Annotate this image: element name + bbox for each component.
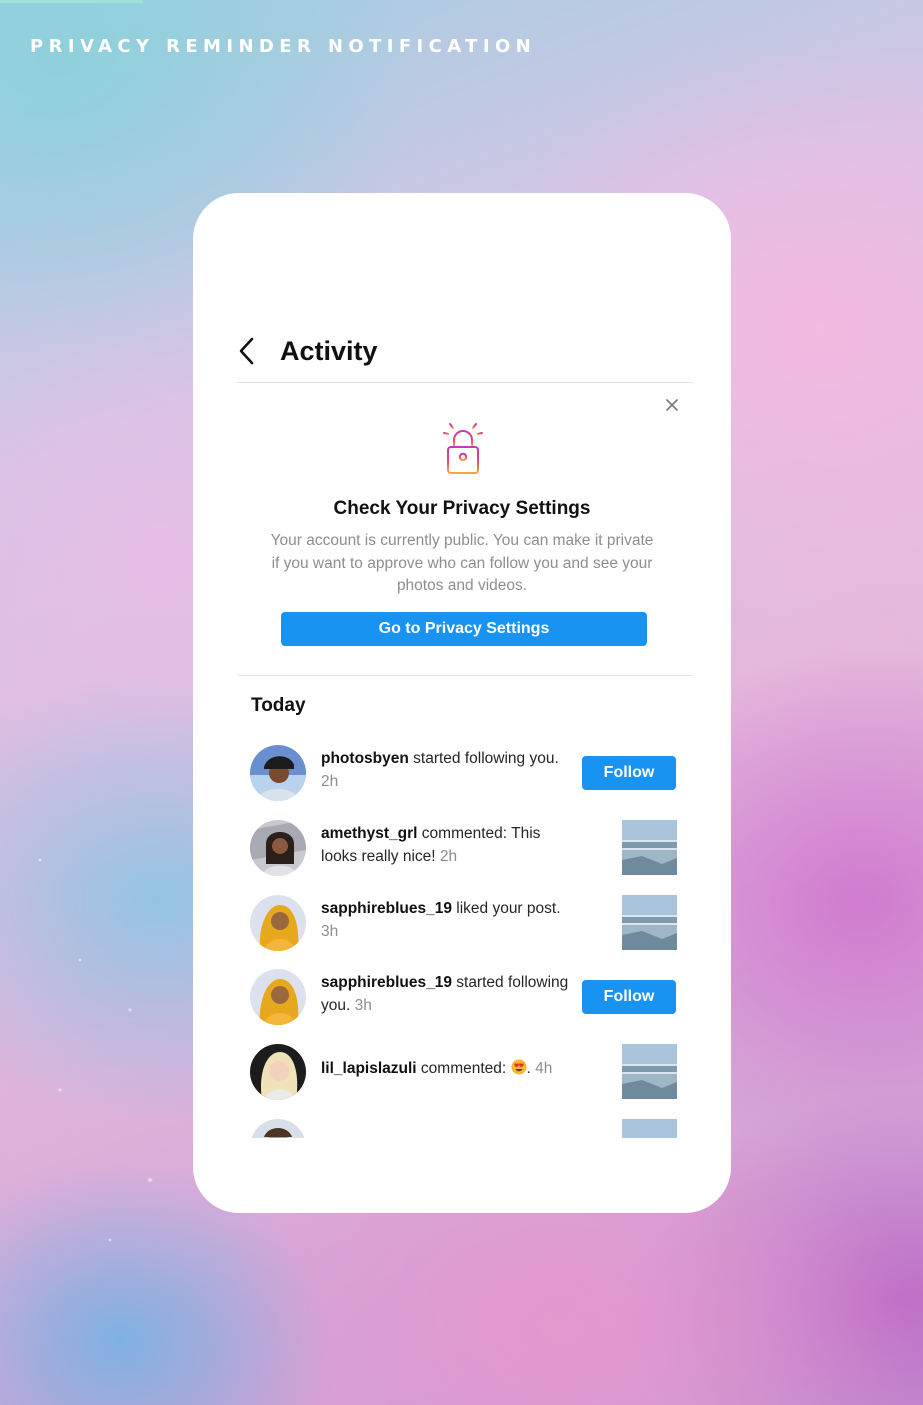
go-to-privacy-settings-button[interactable]: Go to Privacy Settings bbox=[281, 612, 647, 646]
avatar[interactable] bbox=[250, 1044, 306, 1100]
close-icon[interactable] bbox=[663, 396, 681, 414]
page-title: Activity bbox=[280, 335, 378, 366]
avatar[interactable] bbox=[250, 1119, 306, 1138]
list-item[interactable]: sapphireblues_19 liked your post. 3h bbox=[193, 892, 731, 954]
timestamp: 2h bbox=[439, 847, 458, 865]
activity-list: photosbyen started following you. 2h Fol… bbox=[193, 742, 731, 1138]
heart-eyes-emoji-icon bbox=[511, 1059, 527, 1075]
post-thumbnail[interactable] bbox=[622, 895, 677, 950]
privacy-card-body: Your account is currently public. You ca… bbox=[270, 532, 654, 594]
list-item[interactable]: photosbyen started following you. 2h Fol… bbox=[193, 742, 731, 804]
top-accent-bar bbox=[0, 0, 143, 3]
post-thumbnail[interactable] bbox=[622, 1119, 677, 1138]
page-heading: PRIVACY REMINDER NOTIFICATION bbox=[30, 36, 537, 57]
activity-text: sapphireblues_19 started following you. … bbox=[321, 974, 569, 1014]
post-thumbnail[interactable] bbox=[622, 820, 677, 875]
section-title-today: Today bbox=[251, 695, 306, 716]
header-divider bbox=[237, 382, 693, 383]
activity-header: Activity bbox=[238, 323, 378, 379]
timestamp: 3h bbox=[321, 922, 339, 940]
activity-text: photosbyen started following you. 2h bbox=[321, 750, 559, 790]
chevron-left-icon[interactable] bbox=[238, 331, 266, 371]
timestamp: 4h bbox=[535, 1060, 553, 1077]
activity-text: lil_lapislazuli commented: . 4h bbox=[321, 1059, 553, 1077]
timestamp: 3h bbox=[354, 996, 372, 1014]
privacy-card-title: Check Your Privacy Settings bbox=[333, 498, 591, 519]
username[interactable]: sapphireblues_19 bbox=[321, 900, 452, 917]
username[interactable]: photosbyen bbox=[321, 750, 409, 767]
list-item[interactable] bbox=[193, 1116, 731, 1138]
follow-button[interactable]: Follow bbox=[582, 980, 676, 1014]
list-item[interactable]: sapphireblues_19 started following you. … bbox=[193, 966, 731, 1028]
timestamp: 2h bbox=[321, 772, 339, 790]
privacy-card-divider bbox=[237, 675, 693, 676]
post-thumbnail[interactable] bbox=[622, 1044, 677, 1099]
list-item[interactable]: amethyst_grl commented: This looks reall… bbox=[193, 817, 731, 879]
phone-screen: Activity Check Your Privacy Settings You… bbox=[193, 193, 731, 1213]
avatar[interactable] bbox=[250, 895, 306, 951]
username[interactable]: lil_lapislazuli bbox=[321, 1060, 417, 1077]
activity-text: amethyst_grl commented: This looks reall… bbox=[321, 825, 541, 865]
avatar[interactable] bbox=[250, 969, 306, 1025]
lock-icon bbox=[441, 417, 485, 479]
follow-button[interactable]: Follow bbox=[582, 756, 676, 790]
activity-text: sapphireblues_19 liked your post. 3h bbox=[321, 900, 561, 940]
username[interactable]: amethyst_grl bbox=[321, 825, 417, 842]
username[interactable]: sapphireblues_19 bbox=[321, 974, 452, 991]
avatar[interactable] bbox=[250, 820, 306, 876]
avatar[interactable] bbox=[250, 745, 306, 801]
list-item[interactable]: lil_lapislazuli commented: . 4h bbox=[193, 1041, 731, 1103]
